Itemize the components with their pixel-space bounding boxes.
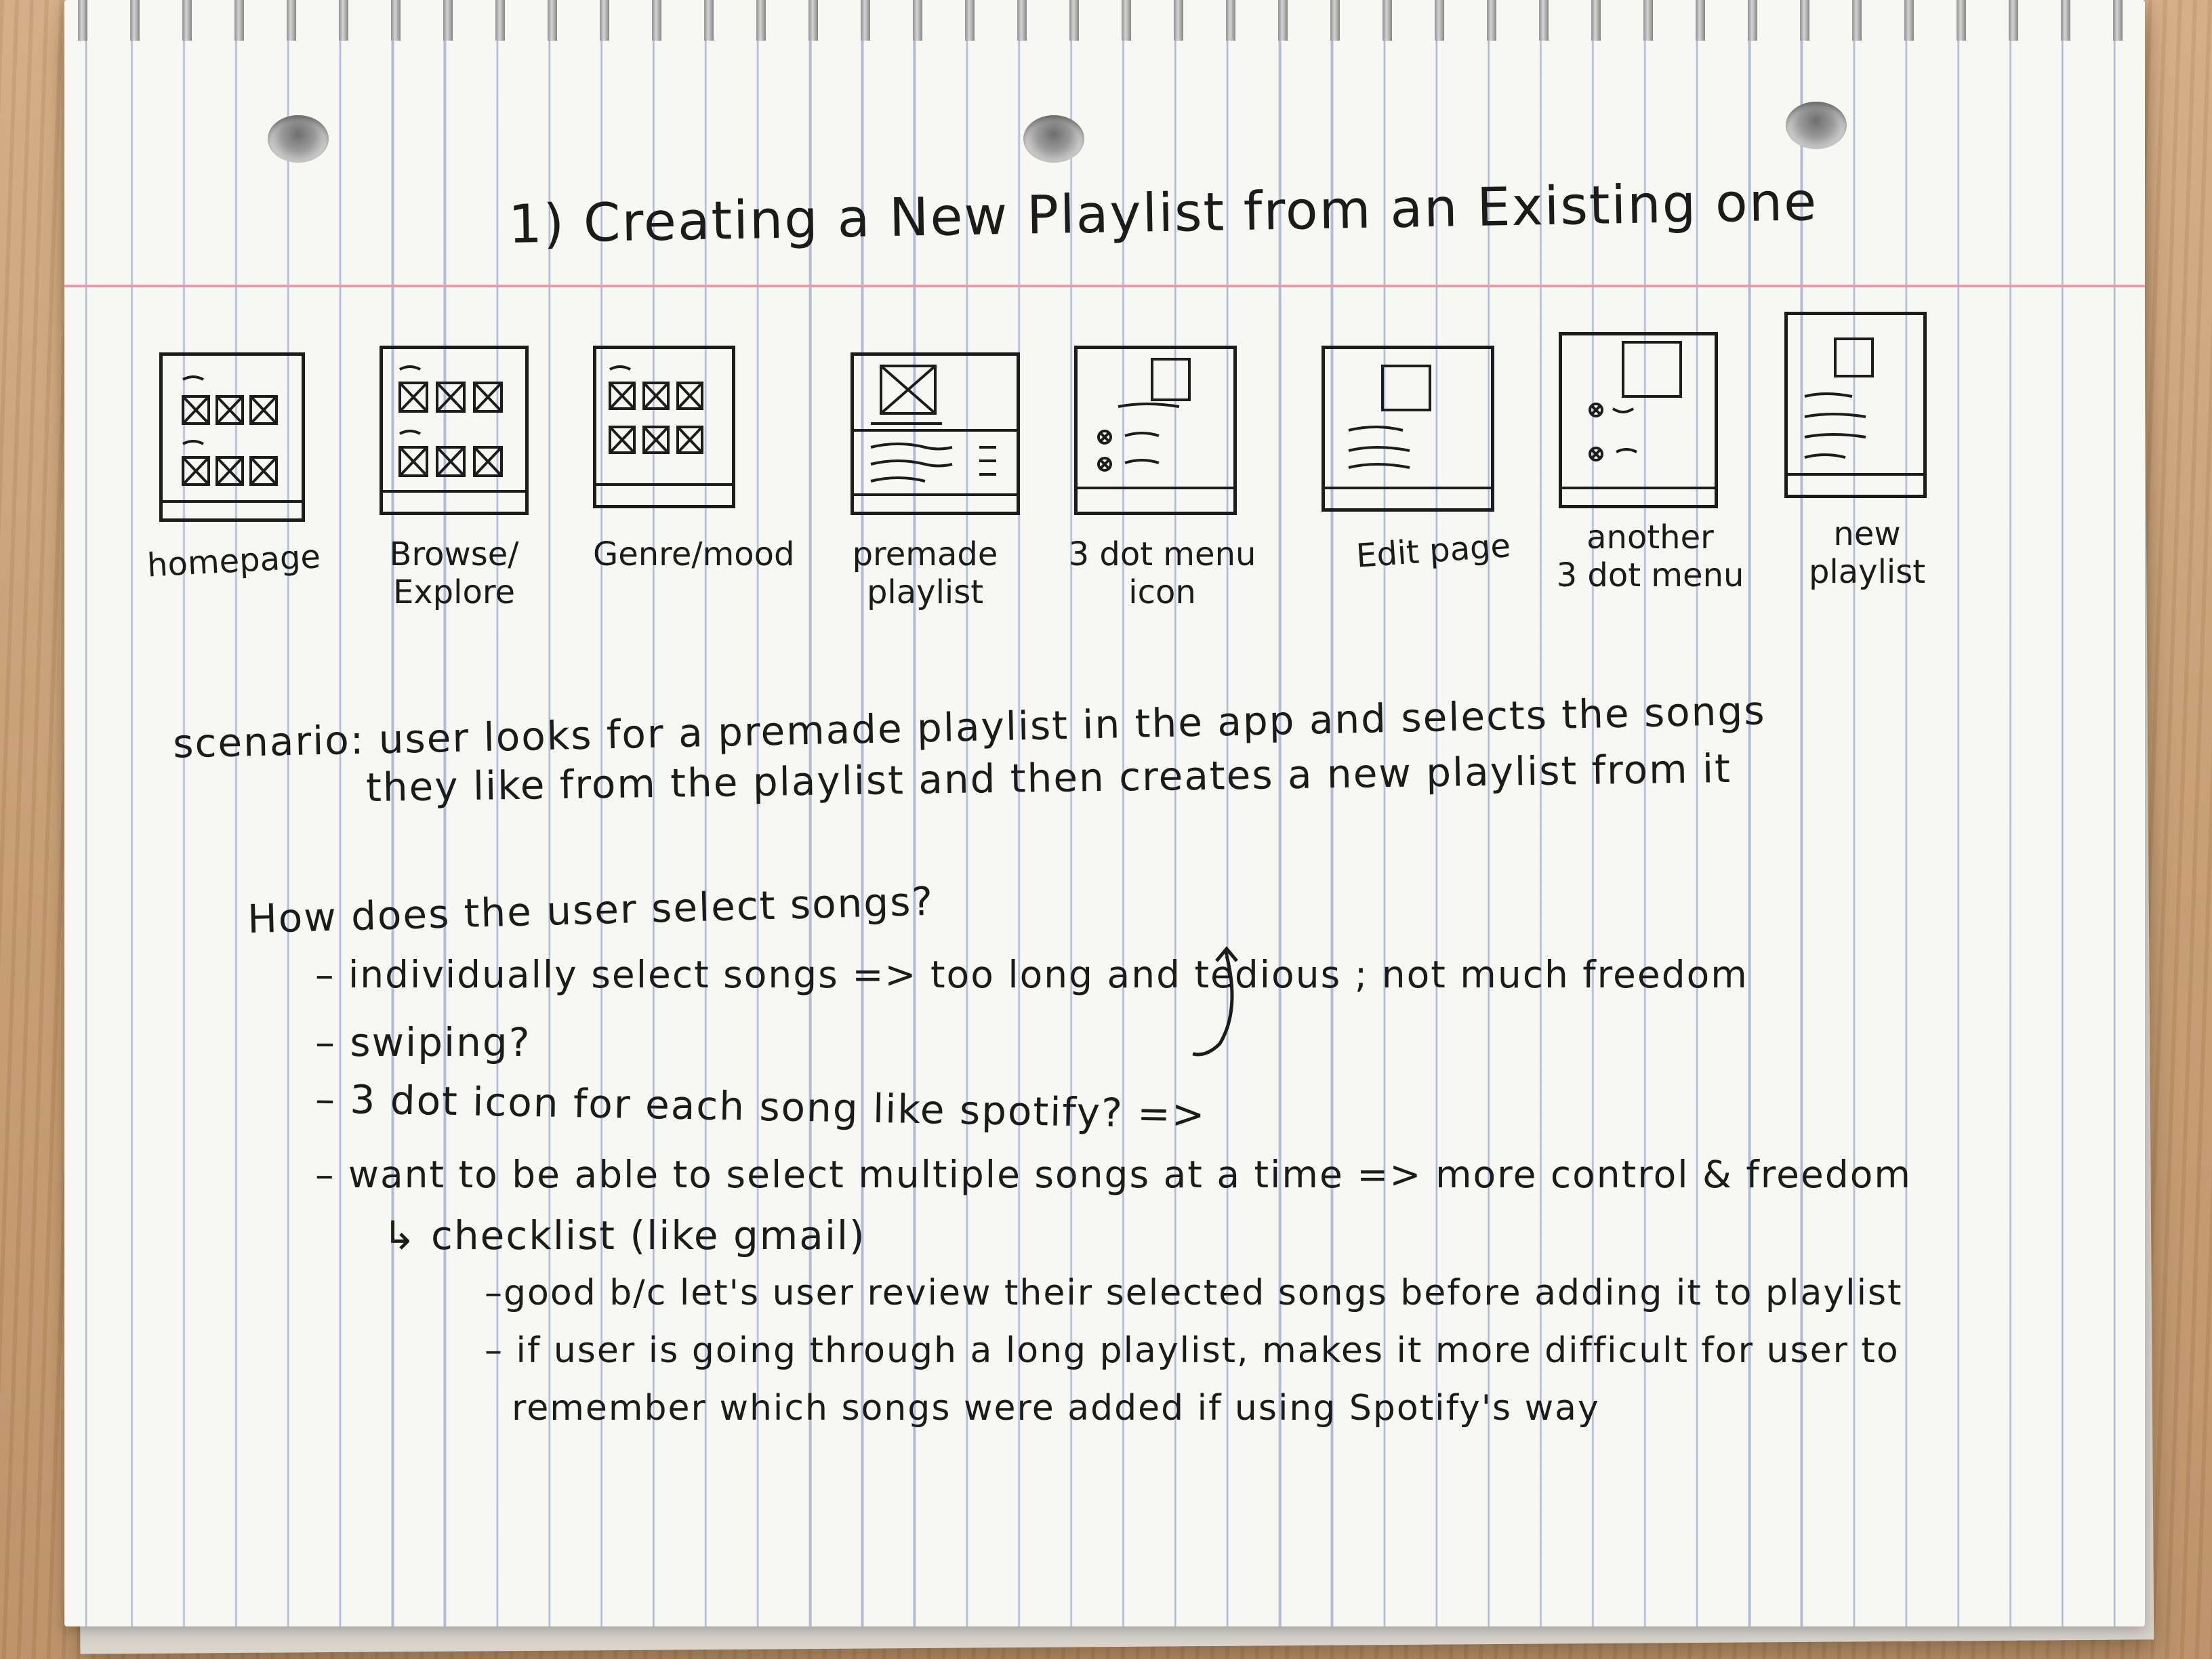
binder-hole-left [268,115,329,163]
label-three-dot-menu-icon: 3 dot menu icon [1068,535,1256,611]
sketch-new-playlist-drawing [1788,337,1923,476]
label-premade-playlist: premade playlist [852,535,998,611]
sketch-homepage-drawing [163,375,302,503]
label-another-three-dot-menu: another 3 dot menu [1556,518,1744,594]
binder-hole-center [1023,115,1084,163]
bullet-three-dot-icon: – 3 dot icon for each song like spotify?… [314,1076,1207,1138]
sketch-genre-mood [593,346,735,508]
arrow-up-curve [1192,946,1238,1057]
binder-hole-right [1786,102,1847,149]
notebook-page: 1) Creating a New Playlist from an Exist… [64,0,2145,1626]
bullet-individually: – individually select songs => too long … [315,953,1748,996]
page-title: 1) Creating a New Playlist from an Exist… [508,171,1818,255]
sub-long-playlist-cont: remember which songs were added if using… [512,1388,1600,1429]
sketch-homepage [159,352,305,522]
label-browse-explore: Browse/ Explore [389,535,519,611]
sketch-three-dot-menu-icon-drawing [1078,358,1233,489]
label-genre-mood: Genre/mood [593,535,795,573]
question-heading: How does the user select songs? [247,878,935,943]
sketch-genre-mood-drawing [596,365,732,486]
sub-checklist: ↳ checklist (like gmail) [383,1212,866,1258]
sub-good-review: –good b/c let's user review their select… [485,1273,1903,1313]
sketch-another-three-dot-menu-drawing [1562,341,1715,489]
sketch-browse-explore [380,346,529,515]
sketch-edit-page [1322,346,1494,512]
sketch-premade-playlist-drawing [854,365,1017,496]
sketch-premade-playlist [851,352,1020,515]
sketch-edit-page-drawing [1325,365,1491,489]
red-margin-line [64,285,2145,287]
sketch-browse-explore-drawing [383,365,525,493]
label-edit-page: Edit page [1355,527,1512,575]
label-homepage: homepage [146,537,322,585]
sketch-three-dot-menu-icon [1074,346,1237,515]
sketch-new-playlist [1784,312,1927,498]
bullet-swiping: – swiping? [315,1019,531,1065]
spiral-binding [64,0,2145,41]
label-new-playlist: new playlist [1808,515,1926,591]
sub-long-playlist: – if user is going through a long playli… [485,1330,1900,1371]
bullet-multiple-songs: – want to be able to select multiple son… [315,1153,1912,1196]
sketch-another-three-dot-menu [1559,332,1718,508]
